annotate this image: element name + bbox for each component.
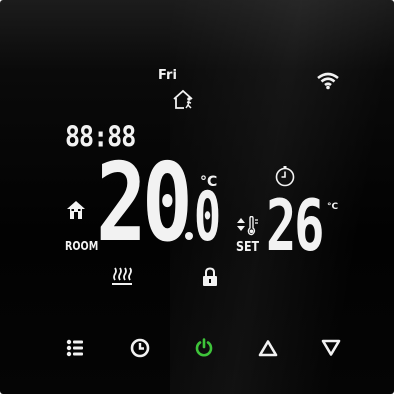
wifi-icon	[317, 72, 339, 90]
clock-icon	[130, 338, 150, 358]
power-button[interactable]	[191, 335, 217, 361]
thermostat-panel: Fri 88:88 20 0 °C ROOM SET 26 °C	[0, 0, 394, 394]
timer-icon	[275, 166, 295, 187]
day-label: Fri	[158, 68, 177, 83]
set-label: SET	[236, 240, 260, 255]
power-icon	[195, 338, 213, 357]
set-unit: °C	[327, 202, 339, 212]
clock-button[interactable]	[127, 335, 153, 361]
room-label: ROOM	[65, 239, 99, 253]
lock-icon	[203, 267, 217, 286]
triangle-down-icon	[321, 339, 341, 356]
room-temperature-decimal: 0	[194, 178, 222, 257]
down-button[interactable]	[318, 335, 344, 361]
menu-button[interactable]	[62, 335, 88, 361]
room-unit: °C	[200, 174, 218, 190]
updown-thermometer-icon	[237, 216, 258, 236]
menu-icon	[66, 339, 83, 357]
set-temperature: 26	[266, 185, 325, 267]
house-person-icon	[173, 89, 193, 109]
up-button[interactable]	[255, 335, 281, 361]
room-temperature-integer: 20	[96, 141, 193, 266]
decimal-point	[185, 232, 193, 240]
home-icon	[67, 201, 85, 219]
triangle-up-icon	[258, 340, 278, 357]
heating-icon	[112, 267, 132, 285]
